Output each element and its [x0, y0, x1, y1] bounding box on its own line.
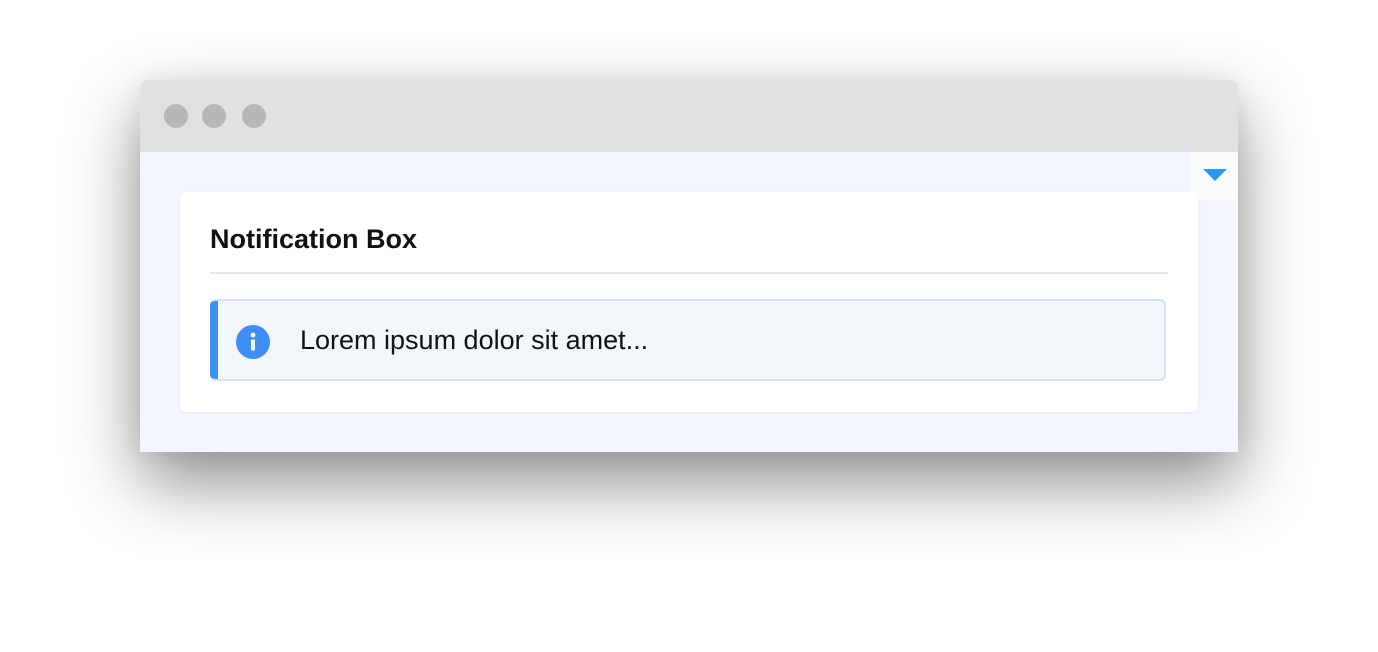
- notification-accent-bar: [210, 301, 218, 379]
- notification-message: Lorem ipsum dolor sit amet...: [300, 325, 649, 355]
- window-minimize-button[interactable]: [202, 104, 226, 128]
- page-content: Notification Box Lorem ipsum dolor sit a…: [140, 152, 1238, 452]
- info-notification: Lorem ipsum dolor sit amet...: [210, 299, 1166, 381]
- browser-window: Notification Box Lorem ipsum dolor sit a…: [140, 80, 1238, 452]
- window-titlebar: [140, 80, 1238, 152]
- window-maximize-button[interactable]: [242, 104, 266, 128]
- dropdown-toggle-button[interactable]: [1190, 152, 1238, 200]
- notification-card: Notification Box Lorem ipsum dolor sit a…: [180, 192, 1198, 412]
- card-title: Notification Box: [210, 224, 417, 254]
- info-icon: [236, 325, 270, 359]
- caret-down-icon: [1203, 169, 1227, 181]
- card-divider: [210, 272, 1168, 274]
- window-close-button[interactable]: [164, 104, 188, 128]
